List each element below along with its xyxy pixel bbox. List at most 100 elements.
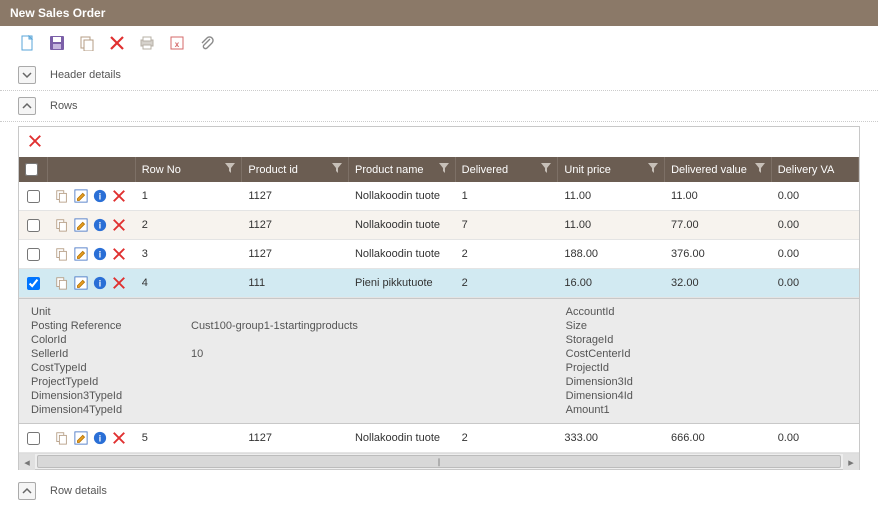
filter-icon[interactable] [439,163,449,176]
copy-icon[interactable] [78,34,96,52]
header-actions-col [48,157,135,182]
delete-icon[interactable] [108,34,126,52]
filter-icon[interactable] [541,163,551,176]
copy-row-icon[interactable] [54,430,70,446]
detail-value: Cust100-group1-1startingproducts [191,320,566,332]
scroll-right-arrow[interactable]: ▸ [843,454,859,470]
row-checkbox[interactable] [27,190,40,203]
edit-row-icon[interactable] [73,217,89,233]
scroll-left-arrow[interactable]: ◂ [19,454,35,470]
table-row[interactable]: i 5 1127 Nollakoodin tuote 2 333.00 666.… [19,424,859,453]
detail-label: StorageId [566,334,726,346]
copy-row-icon[interactable] [54,188,70,204]
cell-delivered: 1 [456,187,559,205]
window-title: New Sales Order [0,0,878,26]
select-all-checkbox[interactable] [25,163,38,176]
detail-value [191,376,566,388]
export-icon[interactable]: x [168,34,186,52]
chevron-up-icon[interactable] [18,482,36,500]
detail-label: SellerId [31,348,191,360]
cell-row-no: 3 [136,245,243,263]
cell-product-name: Pieni pikkutuote [349,274,456,292]
filter-icon[interactable] [755,163,765,176]
cell-product-id: 1127 [242,245,349,263]
scroll-thumb[interactable]: ∥ [37,455,841,468]
rows-section-header[interactable]: Rows [0,91,878,122]
edit-row-icon[interactable] [73,275,89,291]
svg-text:i: i [99,279,101,289]
filter-icon[interactable] [225,163,235,176]
copy-row-icon[interactable] [54,246,70,262]
row-checkbox[interactable] [27,219,40,232]
row-checkbox[interactable] [27,432,40,445]
info-row-icon[interactable]: i [92,217,108,233]
header-delivered-value-label: Delivered value [671,164,747,176]
cell-delivered-value: 77.00 [665,216,772,234]
delete-row-icon[interactable] [111,188,127,204]
info-row-icon[interactable]: i [92,430,108,446]
new-document-icon[interactable] [18,34,36,52]
header-details-label: Header details [50,69,121,81]
cell-delivered: 2 [456,429,559,447]
cell-row-no: 2 [136,216,243,234]
chevron-up-icon[interactable] [18,97,36,115]
cell-delivery-va: 0.00 [772,429,859,447]
info-row-icon[interactable]: i [92,188,108,204]
delete-row-icon[interactable] [111,217,127,233]
svg-text:i: i [99,434,101,444]
cell-unit-price: 16.00 [558,274,665,292]
header-product-id[interactable]: Product id [242,157,349,182]
delete-row-icon[interactable] [111,275,127,291]
delete-row-icon[interactable] [111,430,127,446]
detail-value [726,404,847,416]
attachment-icon[interactable] [198,34,216,52]
table-row[interactable]: i 4 111 Pieni pikkutuote 2 16.00 32.00 0… [19,269,859,298]
header-delivery-va[interactable]: Delivery VA [772,157,859,182]
horizontal-scrollbar[interactable]: ◂ ∥ ▸ [19,453,859,469]
detail-label: Dimension3TypeId [31,390,191,402]
edit-row-icon[interactable] [73,246,89,262]
header-delivered-label: Delivered [462,164,508,176]
cell-delivered-value: 32.00 [665,274,772,292]
save-icon[interactable] [48,34,66,52]
filter-icon[interactable] [648,163,658,176]
detail-label: ProjectTypeId [31,376,191,388]
table-row[interactable]: i 2 1127 Nollakoodin tuote 7 11.00 77.00… [19,211,859,240]
cell-unit-price: 333.00 [558,429,665,447]
cell-product-id: 1127 [242,429,349,447]
edit-row-icon[interactable] [73,188,89,204]
table-row[interactable]: i 3 1127 Nollakoodin tuote 2 188.00 376.… [19,240,859,269]
cell-product-id: 111 [242,274,349,292]
row-detail-panel: UnitPosting ReferenceCust100-group1-1sta… [19,298,859,424]
detail-value [191,390,566,402]
row-checkbox[interactable] [27,248,40,261]
delete-row-icon[interactable] [111,246,127,262]
header-product-name[interactable]: Product name [349,157,456,182]
info-row-icon[interactable]: i [92,275,108,291]
copy-row-icon[interactable] [54,217,70,233]
header-row-no[interactable]: Row No [136,157,243,182]
copy-row-icon[interactable] [54,275,70,291]
edit-row-icon[interactable] [73,430,89,446]
detail-value [726,306,847,318]
table-row[interactable]: i 1 1127 Nollakoodin tuote 1 11.00 11.00… [19,182,859,211]
row-details-section[interactable]: Row details [0,476,878,506]
detail-value [726,362,847,374]
detail-label: Size [566,320,726,332]
header-delivered-value[interactable]: Delivered value [665,157,772,182]
row-checkbox[interactable] [27,277,40,290]
detail-label: Dimension3Id [566,376,726,388]
cell-delivery-va: 0.00 [772,274,859,292]
detail-value [191,334,566,346]
header-unit-price[interactable]: Unit price [558,157,665,182]
print-icon[interactable] [138,34,156,52]
cell-delivered: 2 [456,274,559,292]
header-delivered[interactable]: Delivered [456,157,559,182]
filter-icon[interactable] [332,163,342,176]
info-row-icon[interactable]: i [92,246,108,262]
cell-delivered-value: 11.00 [665,187,772,205]
delete-row-icon[interactable] [27,133,43,149]
chevron-down-icon[interactable] [18,66,36,84]
header-details-section[interactable]: Header details [0,60,878,91]
rows-label: Rows [50,100,78,112]
